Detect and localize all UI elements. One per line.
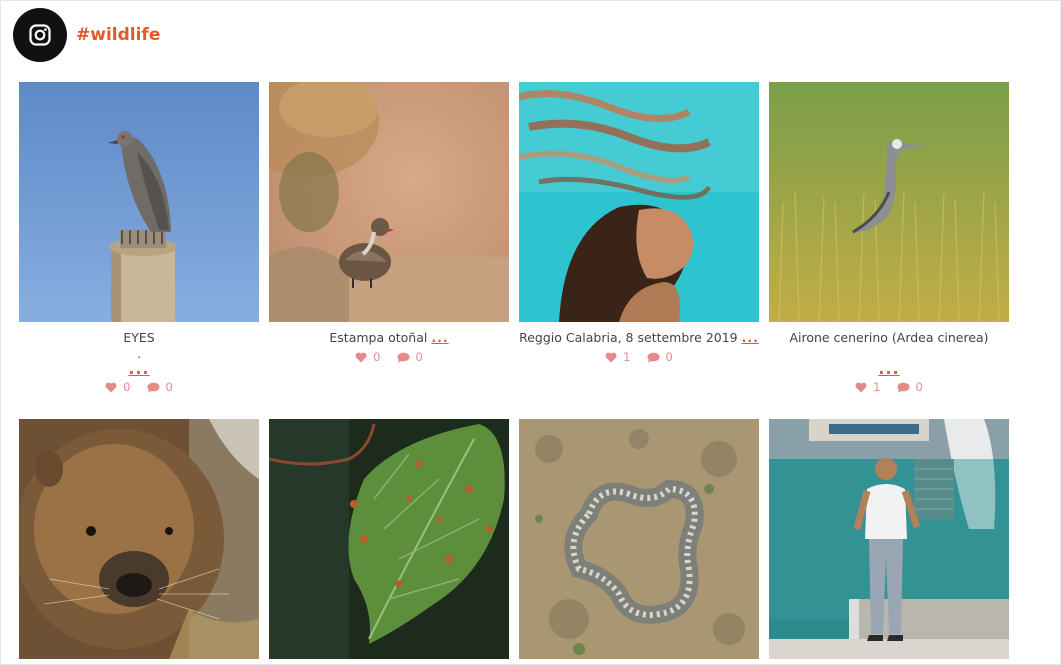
- post-stats: 1 0: [519, 350, 759, 364]
- post-photo-swimmer[interactable]: [519, 82, 759, 322]
- comments-stat[interactable]: 0: [647, 350, 673, 364]
- post-card: [19, 419, 259, 659]
- partridge-image: [269, 82, 509, 322]
- post-caption-row: Estampa otoñal ...: [269, 329, 509, 347]
- swimmer-image: [519, 82, 759, 322]
- comments-count: 0: [915, 380, 923, 394]
- post-stats: 0 0: [19, 380, 259, 394]
- post-photo-heron[interactable]: [769, 82, 1009, 322]
- post-photo-harbor[interactable]: [769, 419, 1009, 659]
- post-card: Airone cenerino (Ardea cinerea) ... 1 0: [769, 82, 1009, 394]
- nutria-image: [19, 419, 259, 659]
- post-photo-leaf[interactable]: [269, 419, 509, 659]
- post-photo-partridge[interactable]: [269, 82, 509, 322]
- likes-count: 1: [873, 380, 881, 394]
- comments-count: 0: [165, 380, 173, 394]
- harbor-image: [769, 419, 1009, 659]
- likes-count: 0: [373, 350, 381, 364]
- post-card: Estampa otoñal ... 0 0: [269, 82, 509, 364]
- leaf-image: [269, 419, 509, 659]
- post-caption: Estampa otoñal: [329, 330, 428, 345]
- comments-stat[interactable]: 0: [147, 380, 173, 394]
- likes-count: 0: [123, 380, 131, 394]
- post-photo-nutria[interactable]: [19, 419, 259, 659]
- heart-icon: [105, 382, 117, 392]
- likes-stat[interactable]: 0: [105, 380, 131, 394]
- heart-icon: [355, 352, 367, 362]
- instagram-icon: [29, 24, 51, 46]
- comment-icon: [397, 352, 409, 363]
- post-card: EYES . ... 0 0: [19, 82, 259, 394]
- post-card: [269, 419, 509, 659]
- likes-count: 1: [623, 350, 631, 364]
- profile-avatar[interactable]: [13, 8, 67, 62]
- post-caption: Airone cenerino (Ardea cinerea): [789, 330, 989, 345]
- comment-icon: [897, 382, 909, 393]
- likes-stat[interactable]: 0: [355, 350, 381, 364]
- comments-stat[interactable]: 0: [397, 350, 423, 364]
- post-stats: 0 0: [269, 350, 509, 364]
- more-link[interactable]: ...: [128, 359, 149, 378]
- post-caption-row: Reggio Calabria, 8 settembre 2019 ...: [519, 329, 759, 347]
- comments-stat[interactable]: 0: [897, 380, 923, 394]
- post-caption: Reggio Calabria, 8 settembre 2019: [519, 330, 738, 345]
- likes-stat[interactable]: 1: [855, 380, 881, 394]
- comments-count: 0: [665, 350, 673, 364]
- post-card: [769, 419, 1009, 659]
- pigeon-image: [19, 82, 259, 322]
- hashtag-link[interactable]: #wildlife: [76, 25, 160, 45]
- heart-icon: [605, 352, 617, 362]
- more-link[interactable]: ...: [431, 330, 448, 345]
- post-card: Reggio Calabria, 8 settembre 2019 ... 1 …: [519, 82, 759, 364]
- likes-stat[interactable]: 1: [605, 350, 631, 364]
- post-caption: EYES: [123, 330, 155, 345]
- comment-icon: [147, 382, 159, 393]
- heart-icon: [855, 382, 867, 392]
- heron-image: [769, 82, 1009, 322]
- more-link[interactable]: ...: [878, 359, 899, 378]
- post-card: [519, 419, 759, 659]
- coral-image: [519, 419, 759, 659]
- instagram-feed-widget: #wildlife EYES . ... 0 0 Estampa otoñal …: [0, 0, 1061, 665]
- comment-icon: [647, 352, 659, 363]
- comments-count: 0: [415, 350, 423, 364]
- post-photo-coral[interactable]: [519, 419, 759, 659]
- post-stats: 1 0: [769, 380, 1009, 394]
- post-photo-pigeon[interactable]: [19, 82, 259, 322]
- feed-header: #wildlife: [13, 8, 160, 62]
- more-link[interactable]: ...: [742, 330, 759, 345]
